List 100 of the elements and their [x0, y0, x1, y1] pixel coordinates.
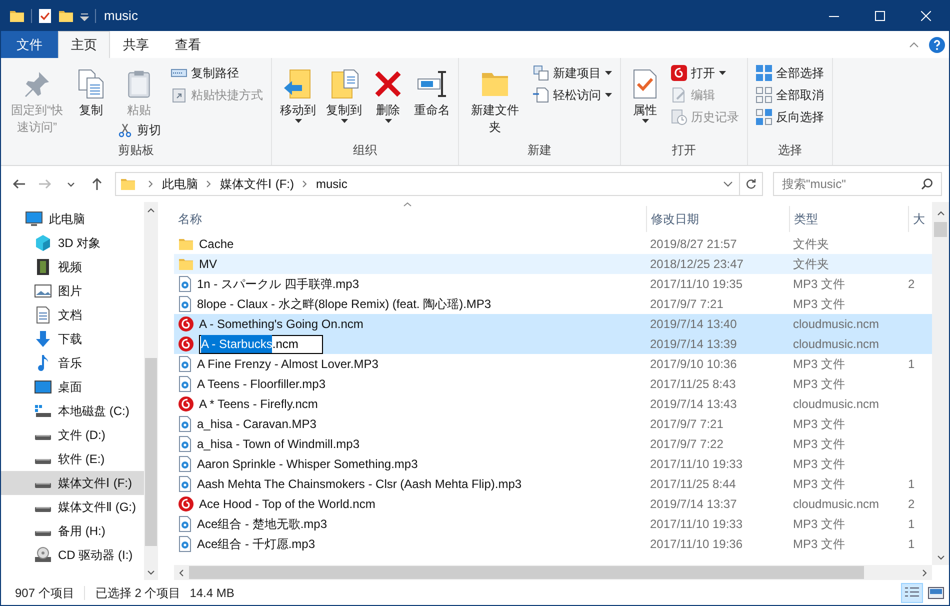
nav-item[interactable]: 图片 — [1, 279, 144, 303]
ribbon-button[interactable]: 全部取消 — [752, 84, 828, 106]
ribbon-button[interactable]: 新建项目 — [529, 62, 616, 84]
scrollbar[interactable] — [144, 202, 158, 580]
ribbon-button[interactable]: 全部选择 — [752, 62, 828, 84]
address-bar[interactable]: 此电脑 媒体文件Ⅰ (F:) music — [115, 172, 763, 196]
ribbon-button[interactable]: 复制 — [71, 62, 111, 119]
chevron-up-icon[interactable] — [147, 208, 155, 213]
file-row[interactable]: A - Starbucks.ncm 2019/7/14 13:39 cloudmusic.ncm — [174, 334, 932, 354]
nav-item[interactable]: 音乐 — [1, 351, 144, 375]
chevron-left-icon[interactable] — [179, 568, 184, 576]
chevron-down-icon[interactable] — [147, 570, 155, 575]
ribbon-button[interactable]: 轻松访问 — [529, 84, 616, 106]
nav-item[interactable]: 视频 — [1, 255, 144, 279]
file-row[interactable]: Ace组合 - 楚地无歌.mp3 2017/11/10 19:33 MP3 文件 1 — [174, 514, 932, 534]
computer-icon — [25, 210, 43, 228]
film-icon — [34, 258, 52, 276]
ribbon-button[interactable]: 复制路径 — [167, 62, 267, 84]
nav-item[interactable]: 媒体文件Ⅰ (F:) — [1, 471, 144, 495]
ribbon-button[interactable]: 反向选择 — [752, 106, 828, 128]
date-cell-text: 2017/11/10 19:33 — [649, 456, 744, 473]
file-row[interactable]: Ace组合 - 千灯愿.mp3 2017/11/10 19:36 MP3 文件 1 — [174, 534, 932, 554]
nav-item[interactable]: 媒体文件Ⅱ (G:) — [1, 495, 144, 519]
nav-item[interactable]: 下载 — [1, 327, 144, 351]
scrollbar-thumb[interactable] — [189, 566, 864, 579]
type-cell-text: MP3 文件 — [792, 296, 846, 313]
selection-count: 已选择 2 个项目 — [95, 584, 181, 602]
chevron-right-icon[interactable] — [922, 568, 927, 576]
file-name: A - Something's Going On.ncm — [199, 316, 364, 333]
file-row[interactable]: Aaron Sprinkle - Whisper Something.mp3 2017/11/10 19:33 MP3 文件 — [174, 454, 932, 474]
scrollbar-thumb[interactable] — [934, 222, 947, 237]
file-row[interactable]: Aash Mehta The Chainsmokers - Clsr (Aash Mehta Flip).mp3 2017/11/25 8:44 MP3 文件 1 — [174, 474, 932, 494]
ribbon-button[interactable]: 复制到 — [322, 62, 366, 123]
image-icon — [34, 282, 52, 300]
ribbon-button[interactable]: 剪切 — [113, 119, 165, 141]
checkmark-document-icon[interactable] — [38, 8, 52, 24]
chevron-up-icon[interactable] — [936, 211, 944, 216]
column-header[interactable]: 名称 — [174, 206, 646, 232]
ribbon-tab[interactable]: 查看 — [162, 31, 214, 58]
file-row[interactable]: 1n - スパークル 四手联弹.mp3 2017/11/10 19:35 MP3 文件 2 — [174, 274, 932, 294]
dropdown-icon[interactable] — [80, 12, 89, 20]
details-view-icon — [904, 586, 920, 600]
nav-item[interactable]: 软件 (E:) — [1, 447, 144, 471]
nav-item[interactable]: 文档 — [1, 303, 144, 327]
size-cell: 1 — [908, 477, 915, 491]
ribbon-button[interactable]: 重命名 — [410, 62, 454, 119]
refresh-icon[interactable] — [745, 178, 757, 190]
file-row[interactable]: a_hisa - Town of Windmill.mp3 2017/9/7 7:22 MP3 文件 — [174, 434, 932, 454]
ribbon-button[interactable]: 新建文件夹 — [463, 62, 527, 136]
scrollbar[interactable] — [932, 202, 949, 565]
file-row[interactable]: A Fine Frenzy - Almost Lover.MP3 2017/9/10 10:36 MP3 文件 1 — [174, 354, 932, 374]
ribbon-button[interactable]: 属性 — [625, 62, 665, 123]
ribbon-tab[interactable]: 主页 — [58, 31, 110, 58]
group-label: 剪贴板 — [118, 142, 154, 159]
file-row[interactable]: a_hisa - Caravan.MP3 2017/9/7 7:21 MP3 文件 — [174, 414, 932, 434]
nav-item[interactable]: 本地磁盘 (C:) — [1, 399, 144, 423]
date-cell-text: 2017/9/7 7:21 — [649, 296, 724, 313]
breadcrumb-item[interactable]: 此电脑 — [162, 175, 198, 193]
nav-item[interactable]: 3D 对象 — [1, 231, 144, 255]
chevron-down-icon[interactable] — [936, 555, 944, 560]
nav-item[interactable]: 桌面 — [1, 375, 144, 399]
help-icon[interactable] — [929, 36, 945, 52]
image-view-icon — [928, 586, 944, 600]
file-row[interactable]: 8lope - Claux - 水之畔(8lope Remix) (feat. 陶心瑶).MP3 2017/9/7 7:21 MP3 文件 — [174, 294, 932, 314]
scrollbar[interactable] — [174, 565, 932, 580]
file-row[interactable]: A - Something's Going On.ncm 2019/7/14 13:40 cloudmusic.ncm — [174, 314, 932, 334]
column-header[interactable]: 类型 — [789, 206, 908, 232]
type-cell-text: MP3 文件 — [792, 356, 846, 373]
rename-field[interactable]: A - Starbucks.ncm — [199, 334, 323, 354]
audio-file-icon — [178, 536, 192, 552]
size-cell: 2 — [908, 277, 915, 291]
file-row[interactable]: A * Teens - Firefly.ncm 2019/7/14 13:43 cloudmusic.ncm — [174, 394, 932, 414]
system-drive-icon — [34, 402, 52, 420]
shortcut-clipboard-icon — [171, 87, 187, 103]
file-row[interactable]: A Teens - Floorfiller.mp3 2017/11/25 8:43 MP3 文件 — [174, 374, 932, 394]
nav-item[interactable]: 备用 (H:) — [1, 519, 144, 543]
ribbon-button[interactable]: 删除 — [368, 62, 408, 123]
ribbon-tab[interactable]: 文件 — [1, 31, 58, 58]
caret-icon — [719, 71, 726, 75]
file-row[interactable]: Ace Hood - Top of the World.ncm 2019/7/14 13:37 cloudmusic.ncm 2 — [174, 494, 932, 514]
scissors-icon — [117, 122, 133, 138]
chevron-up-icon[interactable] — [909, 42, 919, 48]
ribbon-tab[interactable]: 共享 — [110, 31, 162, 58]
column-header[interactable]: 修改日期 — [646, 206, 789, 232]
ribbon-button[interactable]: 打开 — [667, 62, 743, 84]
search-field[interactable]: 搜索"music" — [773, 172, 942, 196]
date-cell-text: 2017/11/10 19:36 — [649, 536, 744, 553]
chevron-down-icon[interactable] — [723, 181, 733, 187]
view-button[interactable] — [901, 582, 923, 602]
file-row[interactable]: MV 2018/12/25 23:47 文件夹 — [174, 254, 932, 274]
breadcrumb-item[interactable]: 媒体文件Ⅰ (F:) — [220, 175, 294, 193]
scrollbar-thumb[interactable] — [145, 358, 157, 546]
nav-item[interactable]: 此电脑 — [1, 207, 144, 231]
drive-icon — [34, 507, 52, 513]
column-header[interactable]: 大 — [908, 206, 928, 232]
nav-item[interactable]: CD 驱动器 (I:) — [1, 543, 144, 567]
breadcrumb-item[interactable]: music — [316, 175, 348, 193]
file-row[interactable]: Cache 2019/8/27 21:57 文件夹 — [174, 234, 932, 254]
ribbon-button[interactable]: 移动到 — [276, 62, 320, 123]
nav-item[interactable]: 文件 (D:) — [1, 423, 144, 447]
